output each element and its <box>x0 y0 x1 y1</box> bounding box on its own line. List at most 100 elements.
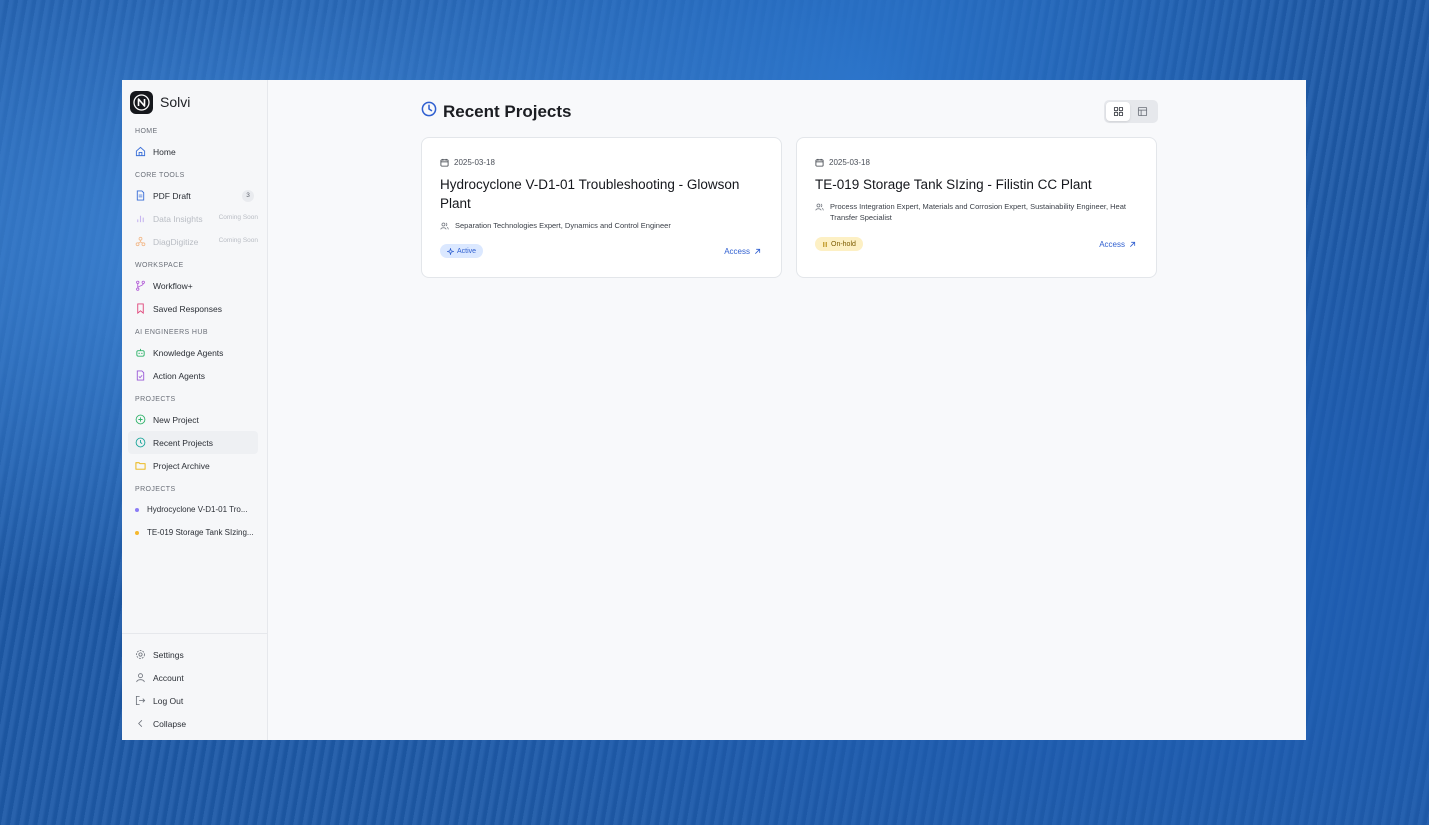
card-date: 2025-03-18 <box>440 158 495 167</box>
home-icon <box>135 146 146 157</box>
sidebar-item-settings[interactable]: Settings <box>122 643 258 666</box>
card-title: TE-019 Storage Tank SIzing - Filistin CC… <box>815 177 1092 192</box>
project-card[interactable]: 2025-03-18 Hydrocyclone V-D1-01 Troubles… <box>421 137 782 278</box>
grid-icon <box>1113 106 1123 117</box>
sidebar-item-label: Settings <box>153 649 184 660</box>
coming-soon-label: Coming Soon <box>218 214 258 221</box>
page-title: Recent Projects <box>443 101 572 121</box>
table-view-button[interactable] <box>1130 102 1154 121</box>
status-text: Active <box>457 247 477 255</box>
sidebar-item-pdf-draft[interactable]: PDF Draft 3 <box>122 184 258 207</box>
project-link-label: TE-019 Storage Tank SIzing... <box>147 528 254 537</box>
card-experts: Process Integration Expert, Materials an… <box>815 201 1145 223</box>
count-badge: 3 <box>242 190 254 202</box>
sidebar-item-label: Log Out <box>153 695 184 706</box>
pause-icon <box>823 241 827 247</box>
access-label: Access <box>1099 240 1125 249</box>
card-date: 2025-03-18 <box>815 158 870 167</box>
sidebar-item-label: Saved Responses <box>153 303 222 314</box>
sidebar-item-account[interactable]: Account <box>122 666 258 689</box>
sidebar-item-workflow[interactable]: Workflow+ <box>122 274 258 297</box>
access-label: Access <box>724 247 750 256</box>
app-name: Solvi <box>160 94 191 110</box>
sidebar-item-new-project[interactable]: New Project <box>122 408 258 431</box>
status-dot <box>135 507 139 512</box>
card-experts-text: Separation Technologies Expert, Dynamics… <box>455 221 671 230</box>
sidebar-item-label: Action Agents <box>153 370 205 381</box>
section-label-workspace: WORKSPACE <box>135 262 184 269</box>
sidebar-item-saved-responses[interactable]: Saved Responses <box>122 297 258 320</box>
users-icon <box>440 222 449 230</box>
bot-icon <box>135 347 146 358</box>
calendar-icon <box>440 158 449 167</box>
users-icon <box>815 203 824 211</box>
section-label-ai-hub: AI ENGINEERS HUB <box>135 329 208 336</box>
gear-icon <box>135 649 146 660</box>
page-header: Recent Projects <box>421 101 572 122</box>
grid-view-button[interactable] <box>1106 102 1130 121</box>
logout-icon <box>135 695 146 706</box>
sidebar-item-label: Data Insights <box>153 213 203 224</box>
chevron-left-icon <box>135 718 146 729</box>
sidebar-item-project-archive[interactable]: Project Archive <box>122 454 258 477</box>
git-branch-icon <box>135 280 146 291</box>
section-label-core-tools: CORE TOOLS <box>135 172 185 179</box>
sidebar-item-label: New Project <box>153 414 199 425</box>
main-content: Recent Projects 2025-03-18 Hydrocyclone … <box>268 80 1306 740</box>
sidebar-item-label: PDF Draft <box>153 190 191 201</box>
sidebar-item-label: Workflow+ <box>153 280 193 291</box>
user-icon <box>135 672 146 683</box>
sidebar: Solvi HOME Home CORE TOOLS PDF Draft 3 D… <box>122 80 268 740</box>
sidebar-item-home[interactable]: Home <box>122 140 258 163</box>
coming-soon-label: Coming Soon <box>218 237 258 244</box>
section-label-projects: PROJECTS <box>135 396 176 403</box>
sidebar-item-label: Account <box>153 672 184 683</box>
activity-icon <box>447 247 454 255</box>
network-icon <box>135 236 146 247</box>
sidebar-item-logout[interactable]: Log Out <box>122 689 258 712</box>
sidebar-item-label: Collapse <box>153 718 187 729</box>
bar-chart-icon <box>135 213 146 224</box>
card-date-text: 2025-03-18 <box>454 158 495 167</box>
brand[interactable]: Solvi <box>122 80 267 124</box>
project-card[interactable]: 2025-03-18 TE-019 Storage Tank SIzing - … <box>796 137 1157 278</box>
sidebar-item-label: Recent Projects <box>153 437 213 448</box>
bookmark-icon <box>135 303 146 314</box>
app-window: Solvi HOME Home CORE TOOLS PDF Draft 3 D… <box>122 80 1306 740</box>
app-logo-icon <box>130 90 153 114</box>
sidebar-item-data-insights: Data Insights Coming Soon <box>122 207 258 230</box>
clock-icon <box>135 437 146 448</box>
card-experts-text: Process Integration Expert, Materials an… <box>830 202 1126 222</box>
sidebar-item-knowledge-agents[interactable]: Knowledge Agents <box>122 341 258 364</box>
status-badge: Active <box>440 244 484 258</box>
table-icon <box>1137 106 1147 117</box>
clock-icon <box>421 101 437 122</box>
file-check-icon <box>135 370 146 381</box>
sidebar-item-recent-projects[interactable]: Recent Projects <box>128 431 258 454</box>
status-text: On-hold <box>831 240 856 248</box>
section-label-project-list: PROJECTS <box>135 486 176 493</box>
access-link[interactable]: Access <box>1099 240 1136 249</box>
plus-circle-icon <box>135 414 146 425</box>
sidebar-item-label: Home <box>153 146 176 157</box>
sidebar-item-action-agents[interactable]: Action Agents <box>122 364 258 387</box>
sidebar-footer: Settings Account Log Out Collapse <box>122 633 267 740</box>
section-label-home: HOME <box>135 128 158 135</box>
access-link[interactable]: Access <box>724 247 761 256</box>
sidebar-project-link[interactable]: Hydrocyclone V-D1-01 Tro... <box>122 498 267 521</box>
status-dot <box>135 530 139 535</box>
sidebar-item-label: Project Archive <box>153 460 210 471</box>
status-badge: On-hold <box>815 237 863 251</box>
card-title: Hydrocyclone V-D1-01 Troubleshooting - G… <box>440 177 740 211</box>
sidebar-item-diagdigitize: DiagDigitize Coming Soon <box>122 230 258 253</box>
sidebar-project-link[interactable]: TE-019 Storage Tank SIzing... <box>122 521 267 544</box>
card-experts: Separation Technologies Expert, Dynamics… <box>440 220 770 231</box>
card-date-text: 2025-03-18 <box>829 158 870 167</box>
arrow-up-right-icon <box>755 248 761 254</box>
sidebar-item-label: DiagDigitize <box>153 236 199 247</box>
folder-icon <box>135 460 146 471</box>
calendar-icon <box>815 158 824 167</box>
view-toggle <box>1104 100 1158 123</box>
project-link-label: Hydrocyclone V-D1-01 Tro... <box>147 505 248 514</box>
sidebar-item-collapse[interactable]: Collapse <box>122 712 258 735</box>
